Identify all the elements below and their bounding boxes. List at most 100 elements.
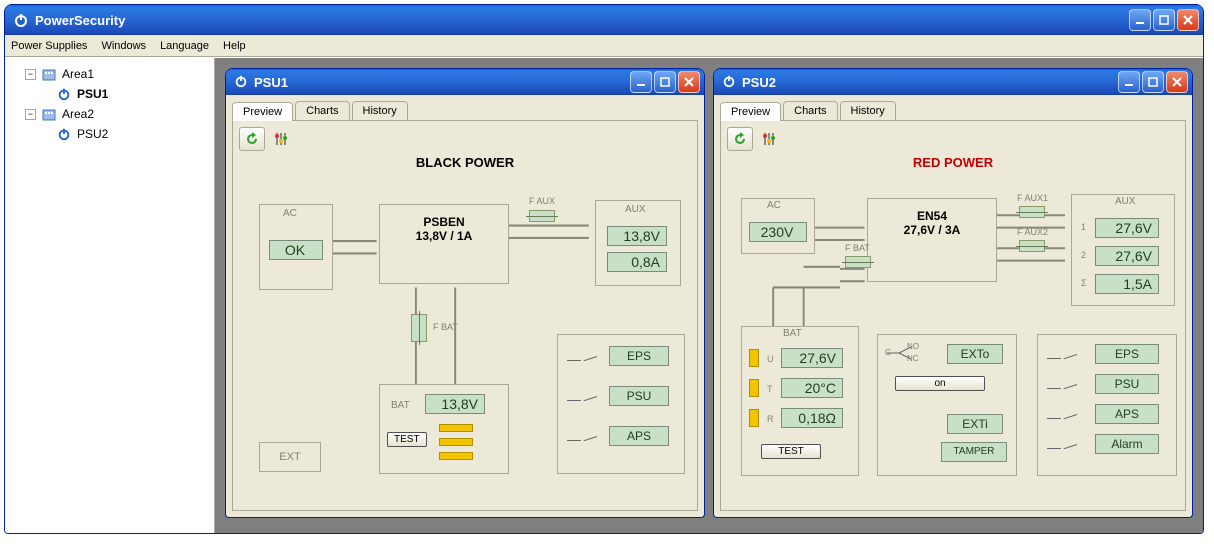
relay-icon	[567, 392, 595, 404]
child-window-psu2: PSU2 Preview Charts History	[713, 68, 1193, 518]
power-icon	[55, 127, 73, 141]
psu2-diagram-title: RED POWER	[727, 155, 1179, 170]
title-bar[interactable]: PowerSecurity	[5, 5, 1203, 35]
psu2-minimize[interactable]	[1118, 71, 1140, 93]
psu2-refresh-button[interactable]	[727, 127, 753, 151]
psu2-test-button[interactable]: TEST	[761, 444, 821, 459]
close-button[interactable]	[1177, 9, 1199, 31]
psu1-tab-history[interactable]: History	[352, 101, 408, 120]
psu2-tab-preview[interactable]: Preview	[720, 102, 781, 121]
psu1-batt-bar	[439, 452, 473, 460]
mdi-area: PSU1 Preview Charts History	[215, 58, 1203, 533]
relay-icon	[1047, 410, 1075, 422]
psu2-faux2-label: F AUX2	[1017, 227, 1048, 237]
psu1-ext-block: EXT	[259, 442, 321, 472]
psu1-tab-charts[interactable]: Charts	[295, 101, 349, 120]
psu1-refresh-button[interactable]	[239, 127, 265, 151]
psu1-out-aps: APS	[609, 426, 669, 446]
psu1-batt-bar	[439, 438, 473, 446]
psu1-title: PSU1	[254, 75, 288, 90]
psu1-maximize[interactable]	[654, 71, 676, 93]
psu2-aux-v1: 27,6V	[1095, 218, 1159, 238]
psu2-out-eps: EPS	[1095, 344, 1159, 364]
psu2-aux-label: AUX	[1115, 196, 1136, 207]
psu1-aux-v: 13,8V	[607, 226, 667, 246]
psu2-aux-a: 1,5A	[1095, 274, 1159, 294]
app-window: PowerSecurity Power Supplies Windows Lan…	[4, 4, 1204, 534]
tree-area1[interactable]: Area1	[62, 67, 94, 81]
building-icon	[40, 106, 58, 122]
psu2-fbat-label: F BAT	[845, 243, 870, 253]
psu2-title: PSU2	[742, 75, 776, 90]
psu2-titlebar[interactable]: PSU2	[714, 69, 1192, 95]
psu2-on-button[interactable]: on	[895, 376, 985, 391]
psu2-out-psu: PSU	[1095, 374, 1159, 394]
psu2-bat-t: 20°C	[781, 378, 843, 398]
psu1-aux-a: 0,8A	[607, 252, 667, 272]
menu-bar: Power Supplies Windows Language Help	[5, 35, 1203, 57]
minimize-button[interactable]	[1129, 9, 1151, 31]
tree-toggle-area2[interactable]: −	[25, 109, 36, 120]
psu2-fuse-bat	[845, 256, 871, 268]
psu1-ac-value: OK	[269, 240, 323, 260]
psu2-out-aps: APS	[1095, 404, 1159, 424]
psu2-exto: EXTo	[947, 344, 1003, 364]
child-window-psu1: PSU1 Preview Charts History	[225, 68, 705, 518]
psu2-bat-u-lbl: U	[767, 354, 774, 364]
psu1-out-psu: PSU	[609, 386, 669, 406]
psu1-minimize[interactable]	[630, 71, 652, 93]
psu1-model-block: PSBEN 13,8V / 1A	[379, 204, 509, 284]
psu2-bat-u: 27,6V	[781, 348, 843, 368]
psu2-faux1-label: F AUX1	[1017, 193, 1048, 203]
psu1-tab-preview[interactable]: Preview	[232, 102, 293, 121]
psu1-bat-label: BAT	[391, 400, 410, 411]
psu2-bat-label: BAT	[783, 328, 802, 339]
psu1-titlebar[interactable]: PSU1	[226, 69, 704, 95]
maximize-button[interactable]	[1153, 9, 1175, 31]
psu2-tab-charts[interactable]: Charts	[783, 101, 837, 120]
psu1-model-line1: PSBEN	[380, 215, 508, 229]
relay-icon	[1047, 380, 1075, 392]
psu1-test-button[interactable]: TEST	[387, 432, 427, 447]
psu2-ac-label: AC	[767, 200, 781, 211]
psu2-close[interactable]	[1166, 71, 1188, 93]
psu2-maximize[interactable]	[1142, 71, 1164, 93]
psu2-aux-v2: 27,6V	[1095, 246, 1159, 266]
tree-psu2[interactable]: PSU2	[77, 127, 108, 141]
building-icon	[40, 66, 58, 82]
indicator-icon	[749, 379, 759, 397]
psu2-tab-history[interactable]: History	[840, 101, 896, 120]
psu1-fuse-aux	[529, 210, 555, 222]
psu1-close[interactable]	[678, 71, 700, 93]
tree-toggle-area1[interactable]: −	[25, 69, 36, 80]
relay-switch-icon: C NO NC	[885, 344, 915, 362]
relay-icon	[567, 432, 595, 444]
psu1-sliders-icon[interactable]	[271, 127, 291, 151]
psu2-sliders-icon[interactable]	[759, 127, 779, 151]
psu2-model-block: EN54 27,6V / 3A	[867, 198, 997, 282]
psu1-fbat-label: F BAT	[433, 322, 458, 332]
power-icon	[234, 74, 248, 91]
psu1-aux-label: AUX	[625, 204, 646, 215]
relay-icon	[1047, 350, 1075, 362]
psu2-tamper: TAMPER	[941, 442, 1007, 462]
psu2-fuse-aux1	[1019, 206, 1045, 218]
menu-language[interactable]: Language	[160, 40, 209, 52]
indicator-icon	[749, 409, 759, 427]
relay-icon	[567, 352, 595, 364]
psu2-aux-row2-lbl: 2	[1081, 250, 1086, 260]
psu1-diagram-title: BLACK POWER	[239, 155, 691, 170]
psu1-out-eps: EPS	[609, 346, 669, 366]
psu1-faux-label: F AUX	[529, 196, 555, 206]
psu1-ac-label: AC	[283, 208, 297, 219]
power-icon	[722, 74, 736, 91]
menu-help[interactable]: Help	[223, 40, 246, 52]
relay-icon	[1047, 440, 1075, 452]
menu-power-supplies[interactable]: Power Supplies	[11, 40, 87, 52]
psu2-model-line2: 27,6V / 3A	[868, 223, 996, 237]
tree-panel: − Area1 PSU1 − Area2	[5, 58, 215, 533]
psu2-model-line1: EN54	[868, 209, 996, 223]
menu-windows[interactable]: Windows	[101, 40, 146, 52]
tree-area2[interactable]: Area2	[62, 107, 94, 121]
tree-psu1[interactable]: PSU1	[77, 87, 108, 101]
